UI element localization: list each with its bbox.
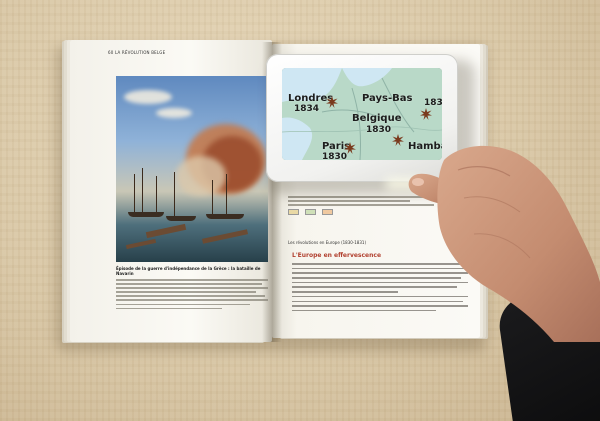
map-label-belgique: Belgique — [352, 113, 402, 124]
caption-text-block — [116, 279, 268, 310]
hand — [408, 145, 600, 342]
painting-caption: Épisode de la guerre d'indépendance de l… — [116, 266, 268, 312]
map-footnote: Les révolutions en Europe (1830-1831) — [288, 240, 366, 245]
explosion-icon — [392, 134, 404, 146]
explosion-icon — [344, 142, 356, 154]
section-title: L'Europe en effervescence — [292, 252, 382, 259]
running-head: 60 LA RÉVOLUTION BELGE — [108, 50, 166, 55]
naval-battle-painting — [116, 76, 268, 262]
map-label-belgique-year: 1830 — [366, 125, 392, 135]
photo-scene: 60 LA RÉVOLUTION BELGE Épisode de la gue… — [0, 0, 600, 421]
map-label-londres-year: 1834 — [294, 104, 320, 114]
map-label-pays-bas: Pays-Bas — [362, 93, 413, 104]
map-label-top-right-year: 1830 — [424, 98, 442, 108]
explosion-icon — [326, 96, 338, 108]
caption-title: Épisode de la guerre d'indépendance de l… — [116, 266, 261, 276]
explosion-icon — [420, 108, 432, 120]
